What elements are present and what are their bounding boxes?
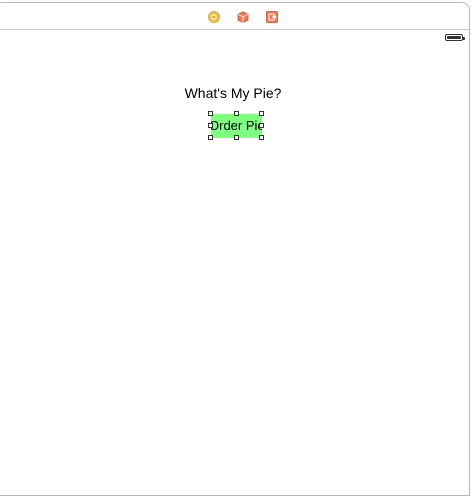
resize-handle-middle-left[interactable] [208,123,213,128]
view-controller-icon[interactable] [208,10,220,23]
resize-handle-bottom-right[interactable] [259,135,264,140]
resize-handle-bottom-left[interactable] [208,135,213,140]
first-responder-icon[interactable] [237,10,249,23]
resize-handle-top-right[interactable] [259,111,264,116]
view-controller-view[interactable]: What's My Pie? Order Pie [0,30,469,495]
scene-dock [0,3,469,30]
order-pie-button-label: Order Pie [211,118,262,133]
resize-handle-top-center[interactable] [234,111,239,116]
resize-handle-top-left[interactable] [208,111,213,116]
exit-icon[interactable] [266,10,278,23]
battery-full-icon [445,34,465,41]
storyboard-scene[interactable]: What's My Pie? Order Pie [0,2,470,496]
question-label[interactable]: What's My Pie? [0,85,471,101]
resize-handle-bottom-center[interactable] [234,135,239,140]
resize-handle-middle-right[interactable] [259,123,264,128]
